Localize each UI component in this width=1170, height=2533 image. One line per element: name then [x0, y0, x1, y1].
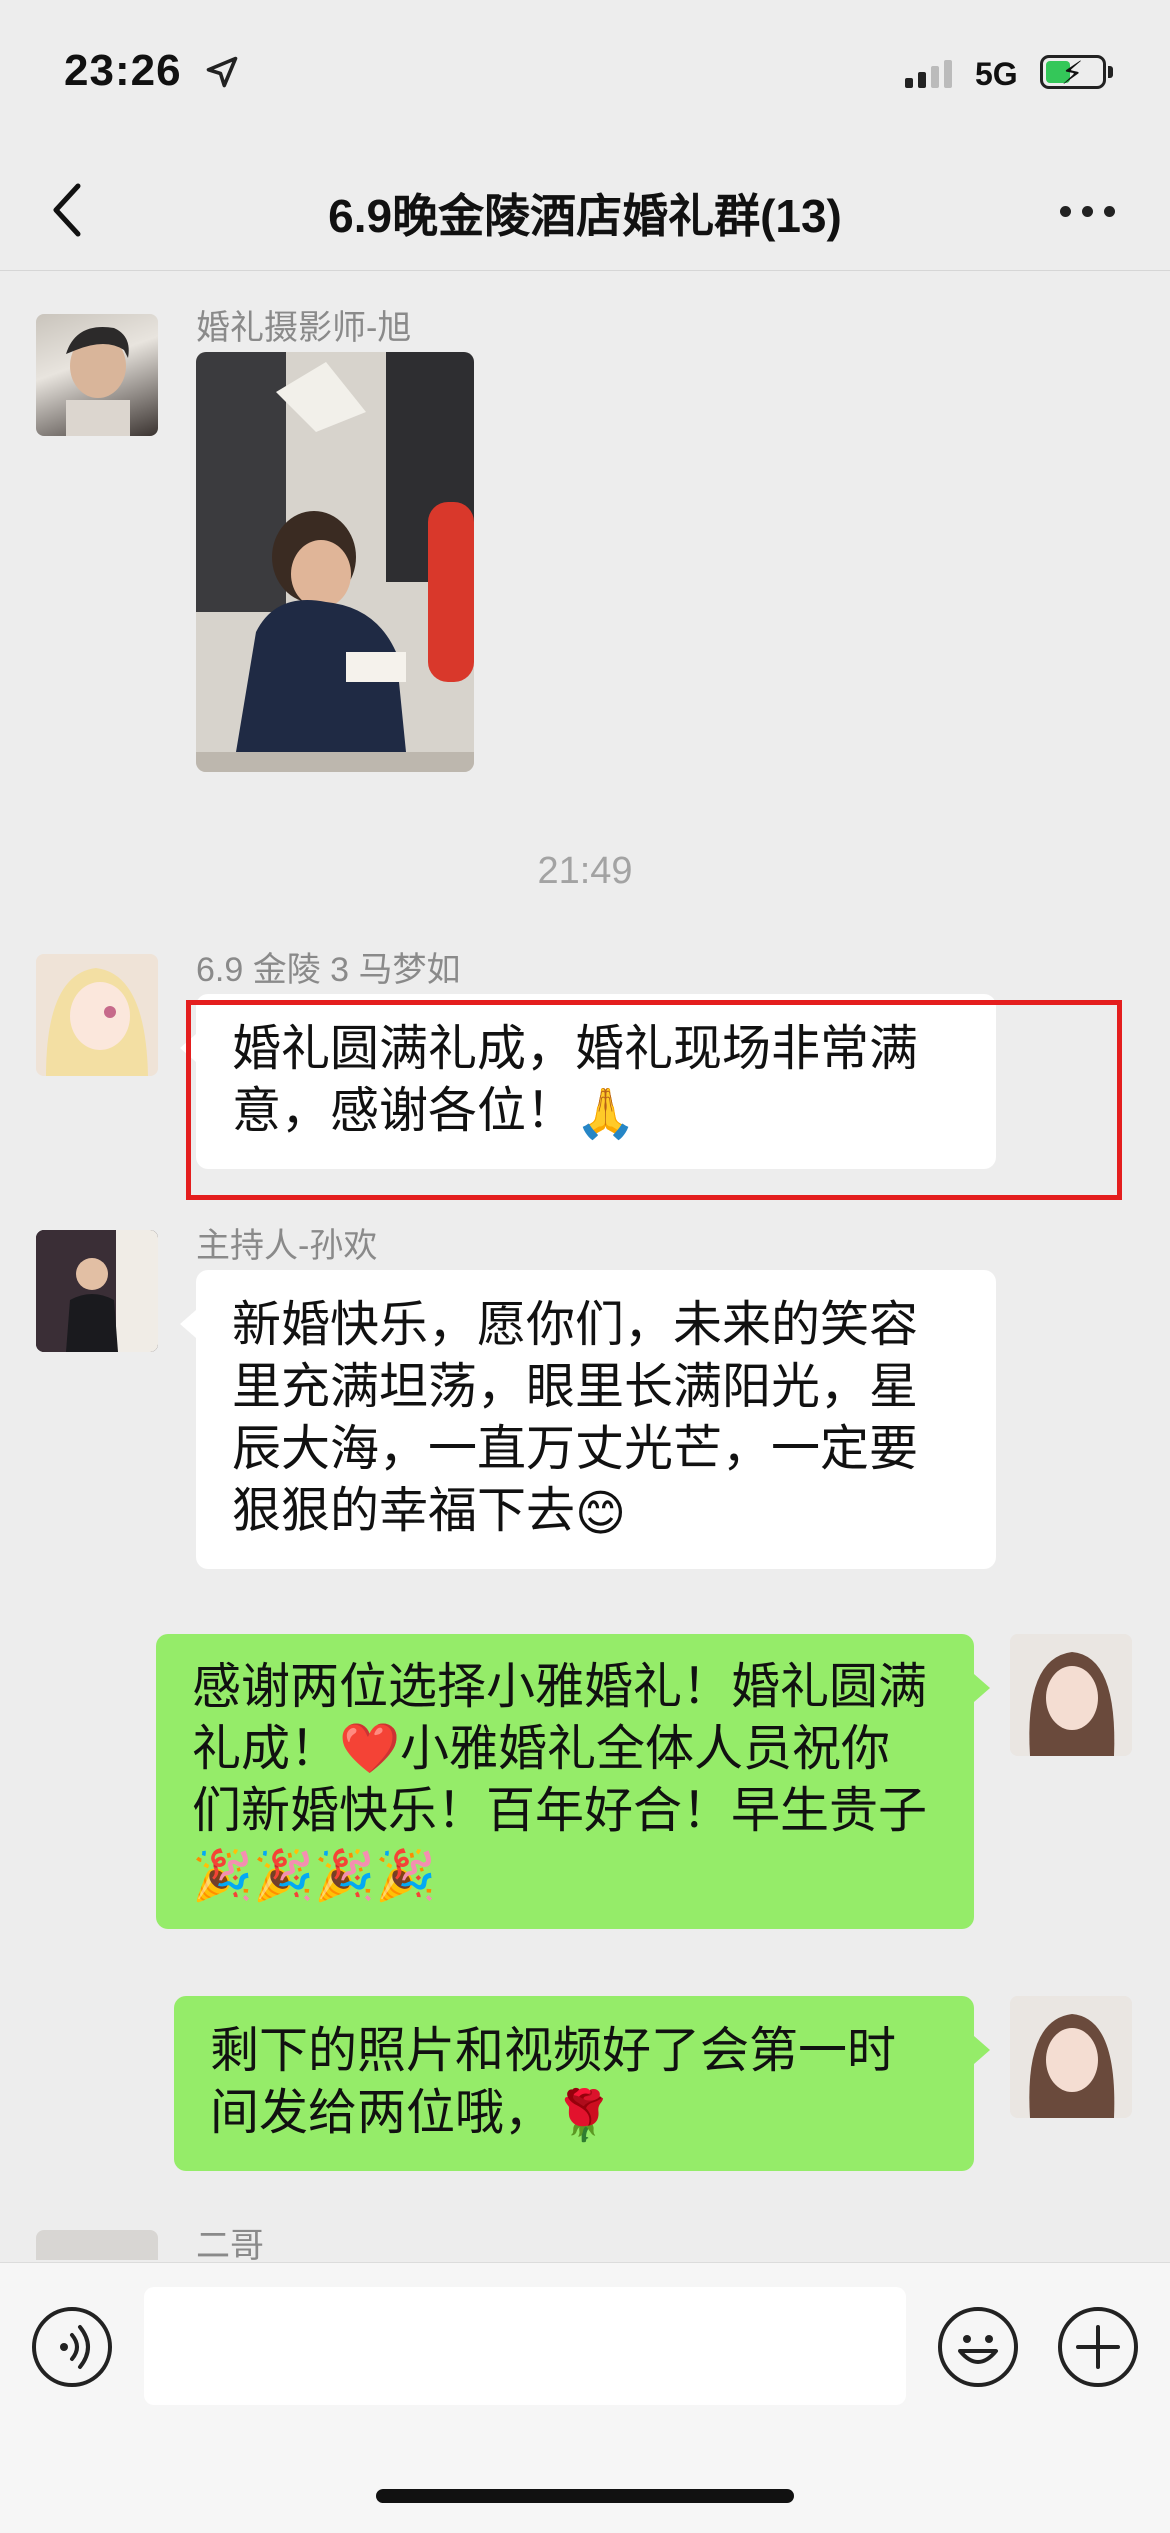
sender-name: 主持人-孙欢	[196, 1227, 378, 1265]
network-type: 5G	[975, 56, 1018, 92]
plus-icon[interactable]	[1058, 2307, 1138, 2387]
home-indicator[interactable]	[376, 2489, 794, 2503]
location-arrow-icon	[206, 56, 238, 88]
voice-icon[interactable]	[32, 2307, 112, 2387]
input-bar	[0, 2262, 1170, 2533]
message-timestamp: 21:49	[537, 850, 633, 892]
message-list[interactable]: 婚礼摄影师-旭 21:49 6.9 金陵 3 马梦如 婚礼圆满礼成，婚礼现场非常…	[0, 272, 1170, 2260]
status-time: 23:26	[64, 46, 182, 95]
text-message-self[interactable]: 感谢两位选择小雅婚礼！婚礼圆满礼成！❤️小雅婚礼全体人员祝你们新婚快乐！百年好合…	[156, 1634, 990, 1930]
chat-header: 6.9晚金陵酒店婚礼群(13)	[0, 150, 1170, 271]
avatar-image	[36, 1230, 158, 1352]
text-message[interactable]: 新婚快乐，愿你们，未来的笑容里充满坦荡，眼里长满阳光，星辰大海，一直万丈光芒，一…	[180, 1270, 996, 1570]
avatar-host[interactable]	[36, 1230, 158, 1352]
sender-name: 6.9 金陵 3 马梦如	[196, 951, 461, 989]
more-dots-icon[interactable]	[1052, 192, 1122, 232]
sender-name: 婚礼摄影师-旭	[196, 309, 412, 347]
battery-cap	[1108, 66, 1113, 78]
heart-emoji: ❤️	[339, 1722, 401, 1776]
avatar-er-ge[interactable]	[36, 2230, 158, 2260]
image-message[interactable]	[196, 352, 474, 772]
avatar-photographer[interactable]	[36, 314, 158, 436]
text-message-self[interactable]: 剩下的照片和视频好了会第一时间发给两位哦，🌹	[174, 1996, 990, 2172]
avatar-image	[1010, 1634, 1132, 1756]
status-bar: 23:26 5G ⚡	[0, 0, 1170, 150]
avatar-image	[36, 954, 158, 1076]
avatar-self[interactable]	[1010, 1634, 1132, 1756]
avatar-image	[1010, 1996, 1132, 2118]
emoji-pray: 🙏	[575, 1087, 637, 1142]
avatar-image	[66, 327, 130, 436]
battery-charging-icon: ⚡	[1040, 55, 1106, 91]
emoji-rose: 🌹	[553, 2089, 615, 2144]
message-input[interactable]	[144, 2287, 906, 2405]
avatar-ma-mengru[interactable]	[36, 954, 158, 1076]
avatar-self[interactable]	[1010, 1996, 1132, 2118]
sender-name: 二哥	[196, 2227, 264, 2260]
emoji-smile: 😊	[575, 1487, 627, 1542]
text-message[interactable]: 婚礼圆满礼成，婚礼现场非常满意，感谢各位！🙏	[180, 994, 996, 1170]
wedding-photo	[196, 352, 474, 772]
emoji-icon[interactable]	[938, 2307, 1018, 2387]
chat-title: 6.9晚金陵酒店婚礼群(13)	[328, 190, 842, 242]
emoji-party: 🎉🎉🎉🎉	[192, 1849, 437, 1904]
